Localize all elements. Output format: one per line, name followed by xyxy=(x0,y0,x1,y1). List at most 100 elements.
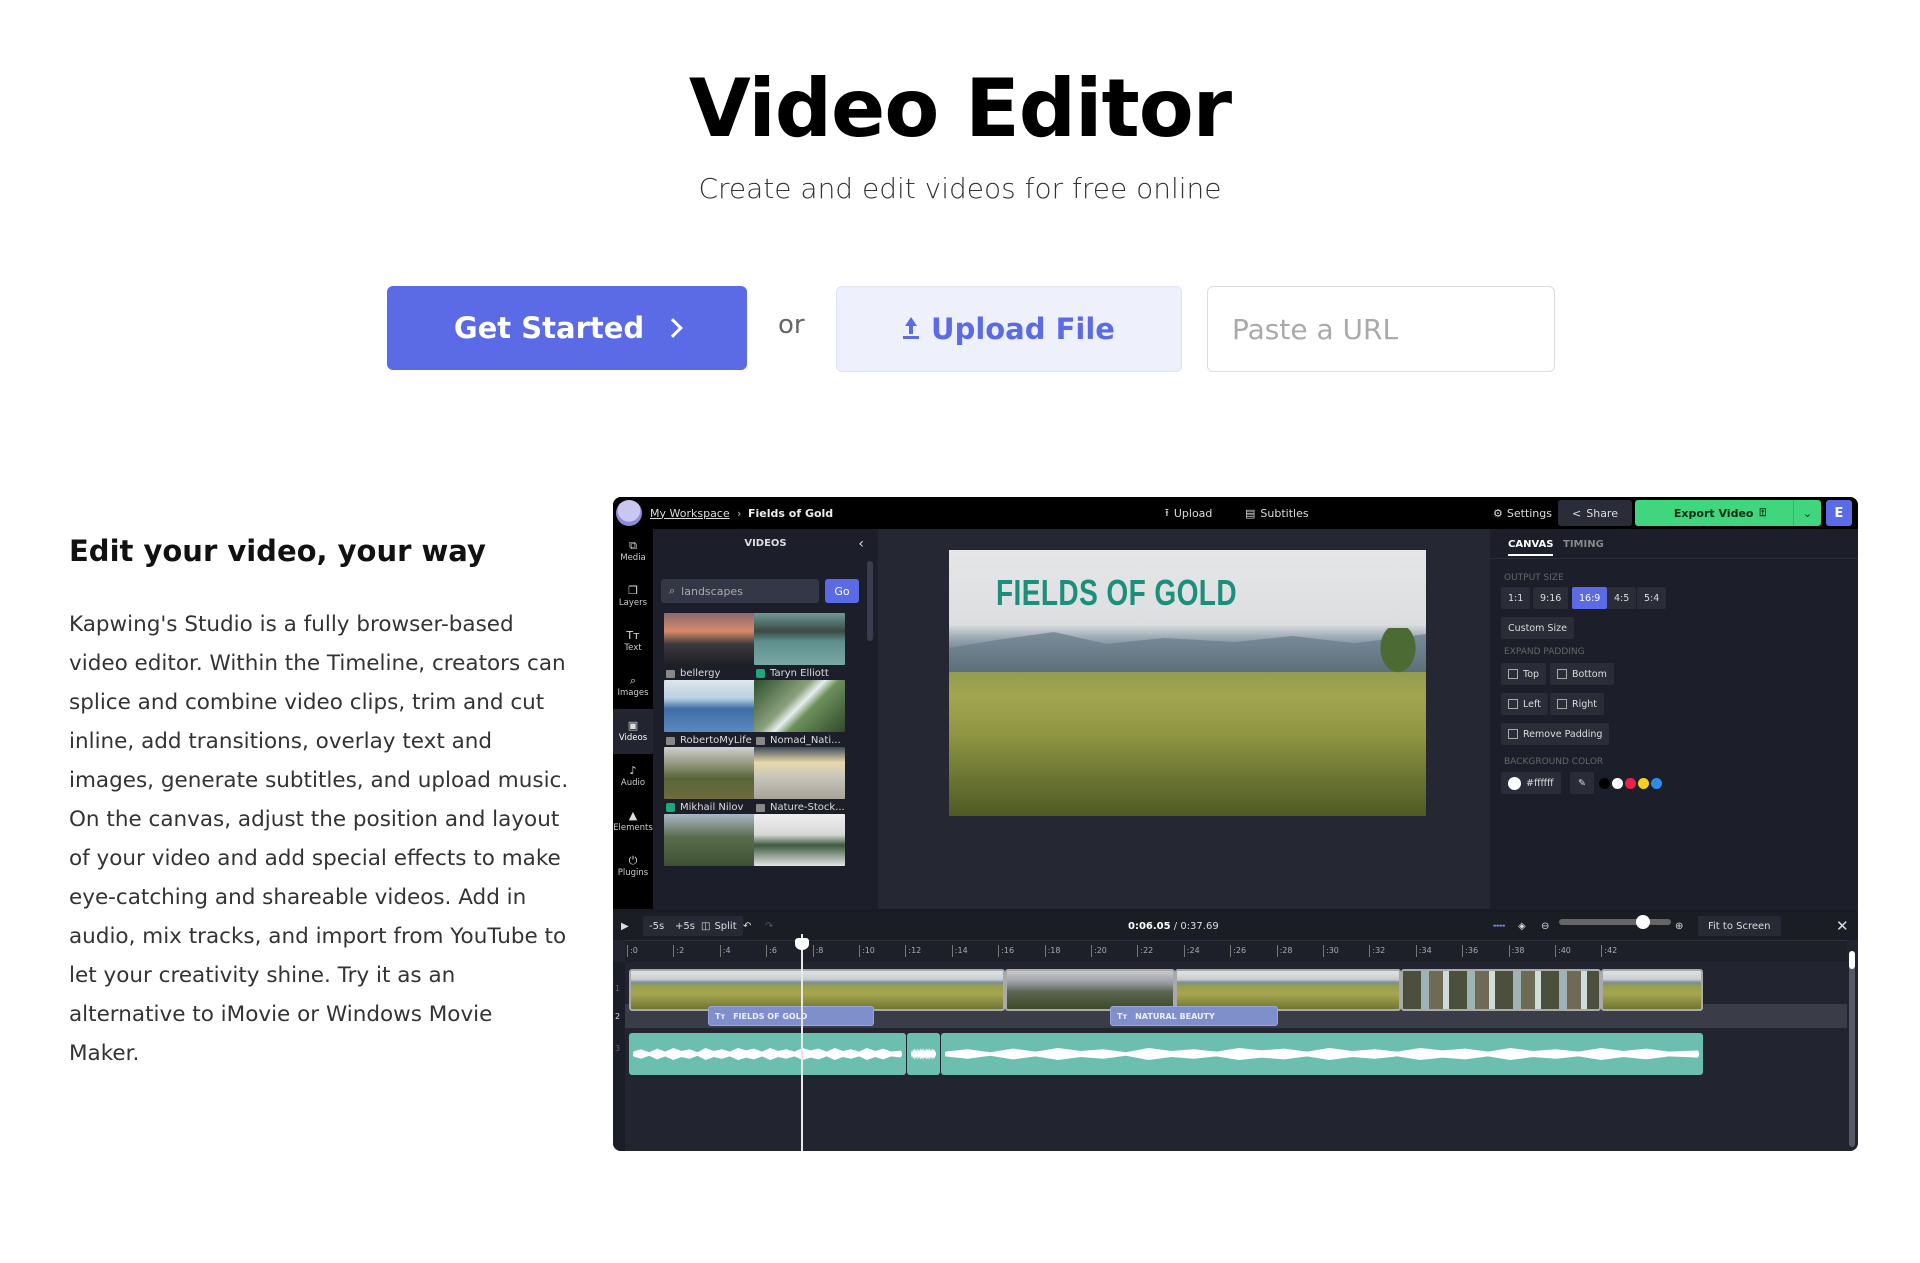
zoom-in-icon[interactable]: ⊕ xyxy=(1675,916,1683,936)
playhead-handle[interactable] xyxy=(795,938,809,950)
video-result-thumbnail[interactable] xyxy=(754,814,845,866)
background-color-picker[interactable]: #ffffff xyxy=(1501,772,1561,794)
timeline-scrollbar-thumb[interactable] xyxy=(1849,951,1855,969)
sidebar-item-media[interactable]: ⧉ Media xyxy=(613,529,653,574)
play-button[interactable]: ▶ xyxy=(621,916,629,936)
playhead[interactable] xyxy=(801,934,803,1151)
fit-to-screen-button[interactable]: Fit to Screen xyxy=(1698,916,1781,936)
size-5-4[interactable]: 5:4 xyxy=(1637,587,1667,609)
export-video-button[interactable]: Export Video ⍐ xyxy=(1635,500,1805,526)
topbar-upload-button[interactable]: ⭱ Upload xyxy=(1165,497,1212,529)
canvas-text-overlay[interactable]: FIELDS OF GOLD xyxy=(996,572,1237,614)
canvas-video-frame[interactable]: FIELDS OF GOLD xyxy=(949,550,1426,816)
export-dropdown-button[interactable]: ⌄ xyxy=(1793,500,1821,526)
zoom-slider-knob[interactable] xyxy=(1636,915,1650,929)
topbar-settings-button[interactable]: ⚙ Settings xyxy=(1493,497,1552,529)
export-label: Export Video xyxy=(1673,506,1754,520)
video-result-thumbnail[interactable] xyxy=(664,680,755,732)
video-result-thumbnail[interactable] xyxy=(754,613,845,665)
topbar-upload-label: Upload xyxy=(1173,506,1213,520)
search-go-button[interactable]: Go xyxy=(825,579,859,603)
ruler-tick: :20 xyxy=(1091,945,1107,957)
topbar-subtitles-button[interactable]: ▤ Subtitles xyxy=(1245,497,1309,529)
color-swatch[interactable] xyxy=(1625,778,1636,789)
audio-clip[interactable] xyxy=(941,1033,1703,1075)
collapse-panel-icon[interactable]: ‹ xyxy=(858,536,864,552)
tree-graphic xyxy=(1376,628,1420,678)
video-clip[interactable] xyxy=(1401,969,1601,1011)
sidebar-item-plugins[interactable]: ⏻ Plugins xyxy=(613,844,653,889)
sidebar-item-audio[interactable]: ♪ Audio xyxy=(613,754,653,799)
size-16-9[interactable]: 16:9 xyxy=(1572,587,1608,609)
search-value: landscapes xyxy=(681,584,743,598)
audio-clip[interactable] xyxy=(629,1033,906,1075)
sidebar-item-layers[interactable]: ❐ Layers xyxy=(613,574,653,619)
padding-left[interactable]: Left xyxy=(1501,693,1548,715)
color-swatch[interactable] xyxy=(1638,778,1649,789)
sidebar-item-text[interactable]: Tт Text xyxy=(613,619,653,664)
sidebar-item-elements[interactable]: ▲ Elements xyxy=(613,799,653,844)
text-icon: Tт xyxy=(1117,1011,1128,1021)
split-view-icon[interactable]: ◈ xyxy=(1518,916,1526,936)
color-swatch[interactable] xyxy=(1651,778,1662,789)
panel-scrollbar[interactable] xyxy=(867,561,873,641)
mountains-graphic xyxy=(949,632,1426,672)
expand-padding-label: EXPAND PADDING xyxy=(1504,647,1585,657)
breadcrumb-workspace[interactable]: My Workspace xyxy=(650,497,730,529)
tab-timing[interactable]: TIMING xyxy=(1563,539,1604,550)
subtitles-icon: ▤ xyxy=(1245,506,1256,520)
size-1-1[interactable]: 1:1 xyxy=(1501,587,1531,609)
remove-padding[interactable]: Remove Padding xyxy=(1501,723,1610,745)
video-result-thumbnail[interactable] xyxy=(664,613,755,665)
video-clip[interactable] xyxy=(629,969,1005,1011)
size-9-16[interactable]: 9:16 xyxy=(1533,587,1569,609)
snap-icon[interactable]: ╍╍ xyxy=(1493,916,1505,936)
upload-file-button[interactable]: Upload File xyxy=(836,286,1182,372)
video-result-thumbnail[interactable] xyxy=(754,680,845,732)
url-input[interactable] xyxy=(1207,286,1555,372)
text-clip-label: FIELDS OF GOLD xyxy=(733,1011,808,1021)
ruler-tick: :28 xyxy=(1276,945,1292,957)
ruler-tick: :30 xyxy=(1323,945,1339,957)
zoom-out-icon[interactable]: ⊖ xyxy=(1541,916,1549,936)
breadcrumb-separator: › xyxy=(737,506,742,520)
color-swatch[interactable] xyxy=(1599,778,1610,789)
ruler-tick: :12 xyxy=(905,945,921,957)
padding-bottom[interactable]: Bottom xyxy=(1550,663,1614,685)
close-icon[interactable]: ✕ xyxy=(1836,916,1849,936)
video-clip[interactable] xyxy=(1005,969,1175,1011)
ruler-tick: :14 xyxy=(951,945,968,957)
get-started-button[interactable]: Get Started xyxy=(387,286,747,370)
tab-canvas[interactable]: CANVAS xyxy=(1508,539,1554,556)
audio-waveform xyxy=(633,1048,902,1060)
color-swatch[interactable] xyxy=(1612,778,1623,789)
video-clip[interactable] xyxy=(1601,969,1703,1011)
share-button[interactable]: < Share xyxy=(1558,500,1632,526)
user-avatar[interactable]: E xyxy=(1826,500,1852,526)
custom-size-button[interactable]: Custom Size xyxy=(1501,617,1574,639)
video-result-thumbnail[interactable] xyxy=(664,747,755,799)
video-clip[interactable] xyxy=(1175,969,1401,1011)
size-4-5[interactable]: 4:5 xyxy=(1607,587,1637,609)
audio-clip[interactable] xyxy=(907,1033,940,1075)
back-5s-button[interactable]: -5s xyxy=(643,916,671,936)
zoom-slider[interactable] xyxy=(1559,919,1671,925)
search-icon: ⌕ xyxy=(669,584,676,597)
split-button[interactable]: ◫ Split xyxy=(695,916,743,936)
kapwing-logo[interactable] xyxy=(616,500,642,526)
timeline-scrollbar[interactable] xyxy=(1849,951,1855,1147)
video-search-input[interactable]: ⌕ landscapes xyxy=(661,579,819,603)
video-result-thumbnail[interactable] xyxy=(754,747,845,799)
padding-right[interactable]: Right xyxy=(1550,693,1605,715)
upload-file-label: Upload File xyxy=(931,312,1115,346)
text-clip[interactable]: Tт FIELDS OF GOLD xyxy=(708,1006,874,1026)
text-clip[interactable]: Tт NATURAL BEAUTY xyxy=(1110,1006,1278,1026)
undo-button[interactable]: ↶ xyxy=(743,916,751,936)
sidebar-item-videos[interactable]: ▣ Videos xyxy=(613,709,653,754)
pixabay-source-icon xyxy=(666,669,675,678)
video-result-thumbnail[interactable] xyxy=(664,814,755,866)
sidebar-item-images[interactable]: ⌕ Images xyxy=(613,664,653,709)
padding-top[interactable]: Top xyxy=(1501,663,1547,685)
redo-button[interactable]: ↷ xyxy=(765,916,773,936)
eyedropper-button[interactable]: ✎ xyxy=(1570,772,1594,794)
